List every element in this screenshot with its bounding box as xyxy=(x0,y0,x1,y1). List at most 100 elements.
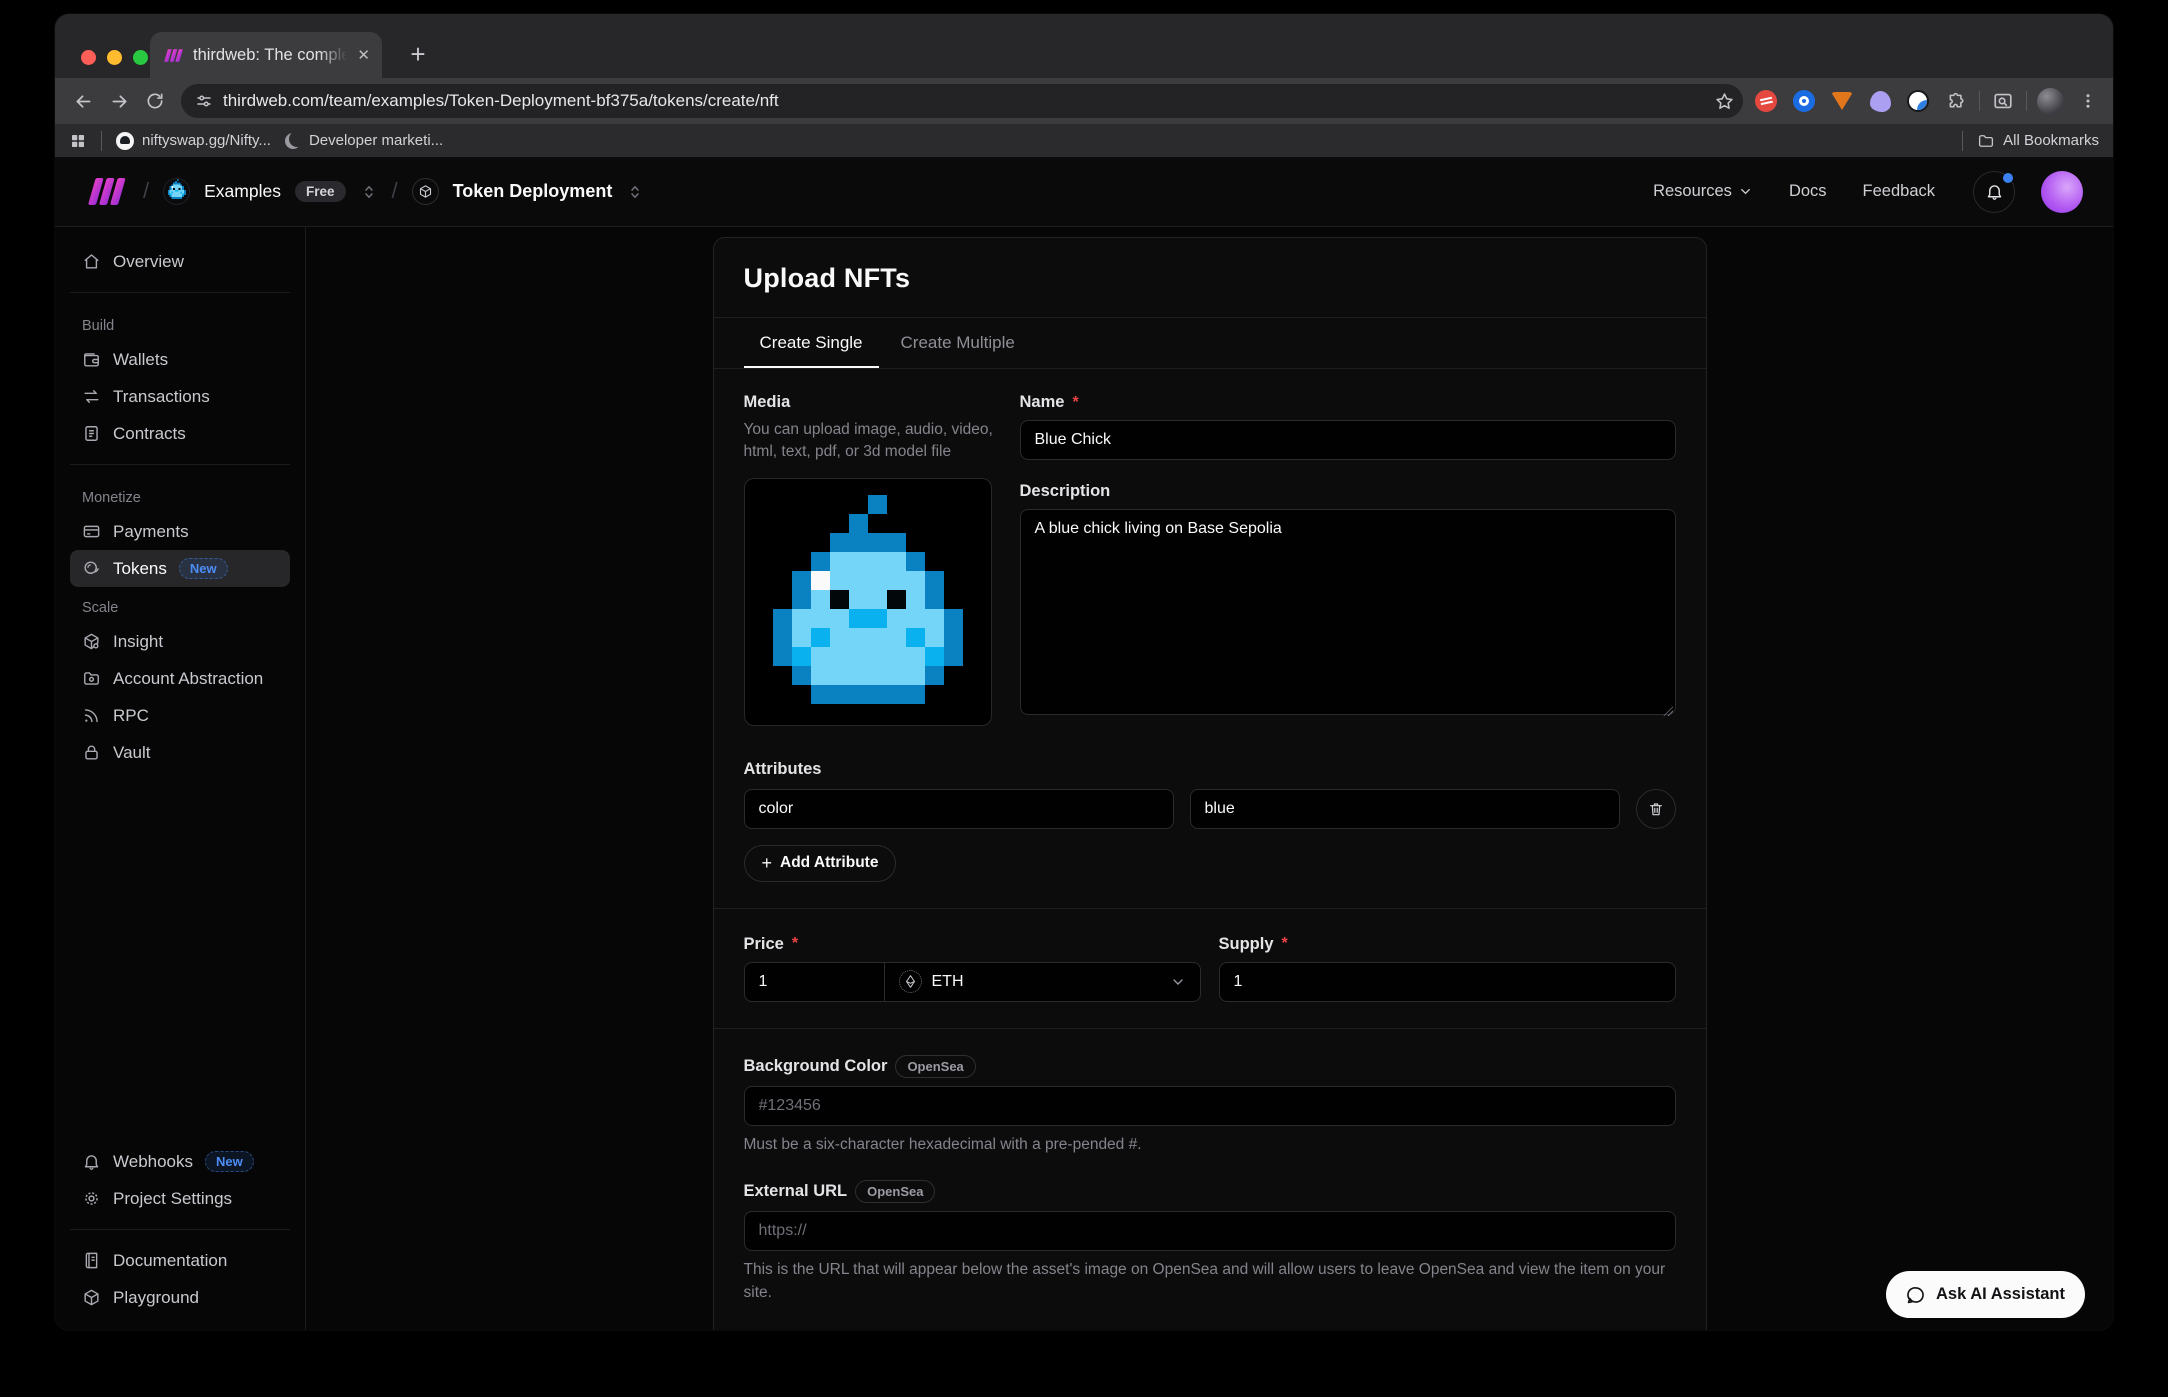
extension-clock-icon[interactable] xyxy=(1903,86,1933,116)
sidebar-item-insight[interactable]: Insight xyxy=(70,623,290,660)
sidebar-item-contracts[interactable]: Contracts xyxy=(70,415,290,452)
external-url-input[interactable] xyxy=(744,1211,1676,1251)
extension-blue-ring-icon[interactable] xyxy=(1789,86,1819,116)
browser-profile-avatar[interactable] xyxy=(2035,86,2065,116)
sidebar-item-webhooks[interactable]: Webhooks New xyxy=(70,1143,290,1180)
github-icon xyxy=(116,132,134,150)
site-settings-icon[interactable] xyxy=(195,92,213,110)
sidebar-item-vault[interactable]: Vault xyxy=(70,734,290,771)
background-color-label: Background Color OpenSea xyxy=(744,1055,1676,1078)
tab-create-single[interactable]: Create Single xyxy=(744,318,879,368)
lock-icon xyxy=(82,743,101,762)
sidebar-item-account-abstraction[interactable]: Account Abstraction xyxy=(70,660,290,697)
nav-feedback[interactable]: Feedback xyxy=(1863,182,1935,201)
sidebar-label: Insight xyxy=(113,632,163,652)
browser-tab[interactable]: thirdweb: The complete web3 ✕ xyxy=(150,32,382,78)
opensea-badge: OpenSea xyxy=(855,1180,935,1203)
background-color-input[interactable] xyxy=(744,1086,1676,1126)
home-icon xyxy=(82,252,101,271)
minimize-window-icon[interactable] xyxy=(107,50,122,65)
bookmark-niftyswap[interactable]: niftyswap.gg/Nifty... xyxy=(116,132,271,150)
back-icon[interactable] xyxy=(65,83,101,119)
bookmark-developer-marketing[interactable]: Developer marketi... xyxy=(285,132,443,149)
extensions-puzzle-icon[interactable] xyxy=(1941,86,1971,116)
sidebar-item-playground[interactable]: Playground xyxy=(70,1279,290,1316)
sidebar-label: Account Abstraction xyxy=(113,669,263,689)
project-switcher-icon[interactable] xyxy=(360,183,378,201)
name-input[interactable] xyxy=(1020,420,1676,460)
new-tab-button[interactable]: + xyxy=(403,39,433,69)
chat-bubble-icon xyxy=(1906,1285,1926,1305)
folder-icon xyxy=(1977,132,1995,150)
thirdweb-logo[interactable] xyxy=(85,177,129,206)
supply-input[interactable] xyxy=(1219,962,1676,1002)
nav-resources[interactable]: Resources xyxy=(1653,182,1753,201)
address-bar[interactable]: thirdweb.com/team/examples/Token-Deploym… xyxy=(181,84,1743,118)
media-helper: You can upload image, audio, video, html… xyxy=(744,419,994,464)
phantom-ghost-icon[interactable] xyxy=(1865,86,1895,116)
project-avatar[interactable] xyxy=(163,178,190,205)
breadcrumb-entity[interactable]: Token Deployment xyxy=(453,181,613,202)
media-upload-box[interactable] xyxy=(744,478,992,726)
breadcrumb-project[interactable]: Examples xyxy=(204,181,281,202)
sidebar-item-transactions[interactable]: Transactions xyxy=(70,378,290,415)
package-cube-icon xyxy=(82,1288,101,1307)
entity-switcher-icon[interactable] xyxy=(626,183,644,201)
tab-create-multiple[interactable]: Create Multiple xyxy=(885,318,1031,368)
zoom-window-icon[interactable] xyxy=(133,50,148,65)
price-group: ETH xyxy=(744,962,1201,1002)
sidebar-item-wallets[interactable]: Wallets xyxy=(70,341,290,378)
description-label: Description xyxy=(1020,482,1676,501)
metamask-fox-icon[interactable] xyxy=(1827,86,1857,116)
document-icon xyxy=(82,424,101,443)
screenshot-stage: thirdweb: The complete web3 ✕ + thirdweb… xyxy=(0,0,2168,1397)
breadcrumb-slash: / xyxy=(392,178,398,204)
currency-select[interactable]: ETH xyxy=(885,963,1200,1001)
attributes-label: Attributes xyxy=(744,760,1676,779)
bookmark-star-icon[interactable] xyxy=(1714,91,1735,112)
price-label: Price* xyxy=(744,935,1201,954)
required-asterisk: * xyxy=(1282,935,1288,953)
price-input[interactable] xyxy=(745,963,885,1001)
plan-badge: Free xyxy=(295,181,346,202)
reload-icon[interactable] xyxy=(137,83,173,119)
attribute-value-input[interactable] xyxy=(1190,789,1620,829)
description-textarea[interactable]: A blue chick living on Base Sepolia xyxy=(1020,509,1676,715)
attribute-name-input[interactable] xyxy=(744,789,1174,829)
background-color-helper: Must be a six-character hexadecimal with… xyxy=(744,1134,1676,1156)
extension-red-icon[interactable] xyxy=(1751,86,1781,116)
url-text[interactable]: thirdweb.com/team/examples/Token-Deploym… xyxy=(223,91,1704,111)
app-body: Overview Build Wallets Transactions Co xyxy=(55,227,2113,1330)
close-window-icon[interactable] xyxy=(81,50,96,65)
sidebar-label: RPC xyxy=(113,706,149,726)
sidebar: Overview Build Wallets Transactions Co xyxy=(55,227,306,1330)
tab-search-icon[interactable] xyxy=(1988,86,2018,116)
main-content: Upload NFTs Create Single Create Multipl… xyxy=(306,227,2113,1330)
credit-card-icon xyxy=(82,522,101,541)
all-bookmarks-button[interactable]: All Bookmarks xyxy=(1977,132,2099,150)
notifications-bell-icon[interactable] xyxy=(1973,171,2015,213)
project-cube-icon xyxy=(412,178,439,205)
cube-search-icon xyxy=(82,632,101,651)
browser-menu-kebab-icon[interactable] xyxy=(2073,86,2103,116)
ask-ai-assistant-button[interactable]: Ask AI Assistant xyxy=(1886,1271,2085,1318)
delete-attribute-button[interactable] xyxy=(1636,789,1676,829)
sidebar-item-rpc[interactable]: RPC xyxy=(70,697,290,734)
new-badge: New xyxy=(179,558,228,579)
bookmark-label: Developer marketi... xyxy=(309,132,443,149)
nft-image-blue-chick xyxy=(754,495,982,709)
nav-docs[interactable]: Docs xyxy=(1789,182,1827,201)
apps-grid-icon[interactable] xyxy=(69,132,87,150)
chevron-down-icon xyxy=(1170,974,1186,990)
supply-label: Supply* xyxy=(1219,935,1676,954)
sidebar-item-overview[interactable]: Overview xyxy=(70,243,290,280)
sidebar-item-project-settings[interactable]: Project Settings xyxy=(70,1180,290,1217)
new-badge: New xyxy=(205,1151,254,1172)
tab-close-icon[interactable]: ✕ xyxy=(357,48,370,63)
forward-icon[interactable] xyxy=(101,83,137,119)
sidebar-item-tokens[interactable]: Tokens New xyxy=(70,550,290,587)
account-avatar[interactable] xyxy=(2041,171,2083,213)
sidebar-item-documentation[interactable]: Documentation xyxy=(70,1242,290,1279)
sidebar-item-payments[interactable]: Payments xyxy=(70,513,290,550)
add-attribute-button[interactable]: + Add Attribute xyxy=(744,845,897,882)
